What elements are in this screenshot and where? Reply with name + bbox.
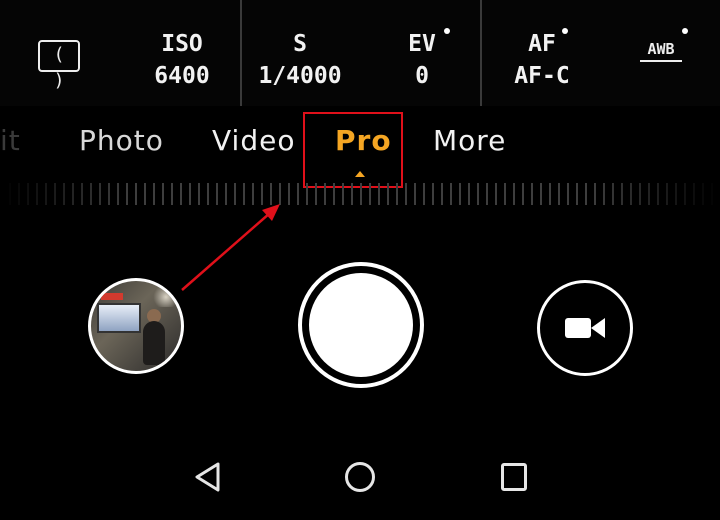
ev-setting[interactable]: EV 0 [398,28,450,92]
awb-underline [640,60,682,62]
iso-value: 6400 [154,63,210,89]
pro-settings-bar: ( ) ISO 6400 S 1/4000 EV 0 AF AF-C AWB [0,0,720,106]
settings-divider [240,0,242,106]
recents-square-icon[interactable] [501,463,527,491]
iso-setting[interactable]: ISO 6400 [150,28,214,92]
back-triangle-icon[interactable] [193,461,221,493]
shutter-speed-setting[interactable]: S 1/4000 [252,28,348,92]
mode-more[interactable]: More [433,124,506,157]
white-balance-setting[interactable]: AWB [638,40,684,62]
shutter-inner-circle [309,273,413,377]
mode-scroll-ticks[interactable] [0,183,720,205]
shutter-speed-value: 1/4000 [258,63,342,89]
shutter-speed-label: S [293,31,307,57]
iso-label: ISO [161,31,203,57]
home-circle-icon[interactable] [345,462,375,492]
aspect-ratio-icon[interactable]: ( ) [38,40,80,91]
mode-video[interactable]: Video [212,124,295,157]
ev-value: 0 [415,63,429,89]
video-camera-icon [565,318,591,338]
ev-label: EV [408,31,436,57]
settings-divider [480,0,482,106]
ev-indicator-dot [444,28,450,34]
record-video-button[interactable] [537,280,633,376]
awb-indicator-dot [682,28,688,34]
mode-photo[interactable]: Photo [79,124,164,157]
shutter-button[interactable] [298,262,424,388]
pro-mode-highlight-box [303,112,403,188]
af-value: AF-C [514,63,570,89]
af-setting[interactable]: AF AF-C [506,28,578,92]
gallery-thumbnail[interactable] [88,278,184,374]
af-indicator-dot [562,28,568,34]
mode-portrait-partial[interactable]: it [0,124,21,157]
awb-label: AWB [647,40,675,58]
